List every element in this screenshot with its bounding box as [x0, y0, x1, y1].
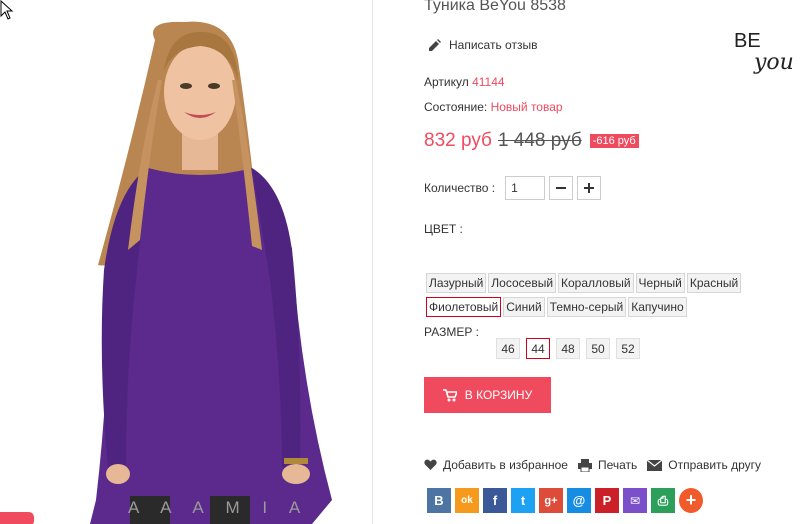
product-details: Туника BeYou 8538 BE you Написать отзыв …	[424, 0, 800, 524]
current-price: 832 руб	[424, 130, 492, 151]
color-option[interactable]: Капучино	[628, 297, 687, 317]
pinterest-icon: P	[602, 493, 612, 508]
vk-icon: B	[434, 493, 444, 508]
article-row: Артикул 41144	[424, 75, 505, 89]
email-share-button[interactable]: ✉	[623, 488, 647, 513]
printer-icon	[577, 458, 592, 472]
color-option[interactable]: Лазурный	[426, 273, 487, 293]
print-share-button[interactable]: ⎙	[651, 488, 675, 513]
condition-value: Новый товар	[490, 100, 563, 114]
color-label: ЦВЕТ :	[424, 222, 463, 236]
color-option-selected[interactable]: Фиолетовый	[426, 297, 502, 317]
quantity-input[interactable]	[505, 176, 546, 200]
write-review-label: Написать отзыв	[449, 38, 538, 52]
size-option[interactable]: 48	[556, 338, 580, 359]
corner-badge[interactable]	[0, 512, 34, 524]
cart-icon	[442, 388, 457, 401]
heart-icon	[424, 459, 437, 470]
mouse-cursor-icon	[0, 0, 14, 20]
mail-ru-icon: @	[572, 493, 586, 508]
pinterest-share-button[interactable]: P	[595, 488, 619, 513]
email-icon: ✉	[629, 493, 641, 508]
color-option[interactable]: Черный	[635, 273, 685, 293]
color-option[interactable]: Синий	[503, 297, 545, 317]
add-to-cart-button[interactable]: В КОРЗИНУ	[424, 377, 551, 413]
quantity-row: Количество :	[424, 176, 602, 200]
size-option[interactable]: 50	[586, 338, 610, 359]
logo-text-script: you	[753, 50, 794, 75]
google-plus-icon: g+	[544, 494, 558, 507]
color-option[interactable]: Коралловый	[558, 273, 634, 293]
size-options: 46 44 48 50 52	[496, 338, 640, 359]
article-value: 41144	[472, 75, 505, 89]
article-label: Артикул	[424, 75, 469, 89]
color-option[interactable]: Красный	[686, 273, 742, 293]
quantity-increase-button[interactable]	[577, 176, 602, 200]
write-review-link[interactable]: Написать отзыв	[428, 38, 537, 52]
color-options-row-1: Лазурный Лососевый Коралловый Черный Кра…	[426, 273, 756, 293]
odnoklassniki-share-button[interactable]: ok	[455, 488, 479, 513]
size-option-selected[interactable]: 44	[526, 338, 550, 359]
color-option[interactable]: Лососевый	[488, 273, 557, 293]
more-share-button[interactable]: +	[679, 488, 703, 513]
quantity-label: Количество :	[424, 181, 496, 195]
facebook-share-button[interactable]: f	[483, 488, 507, 513]
size-label: РАЗМЕР :	[424, 325, 479, 339]
minus-icon	[556, 187, 567, 189]
more-share-icon: +	[685, 490, 697, 510]
panel-divider	[372, 0, 373, 524]
price-row: 832 руб 1 448 руб -616 руб	[424, 130, 639, 152]
discount-badge: -616 руб	[589, 134, 639, 148]
size-option[interactable]: 46	[496, 338, 520, 359]
logo-text-main: BE	[734, 30, 761, 52]
color-options-row-2: Фиолетовый Синий Темно-серый Капучино	[426, 297, 756, 317]
product-image[interactable]: A A A M I A	[0, 0, 372, 524]
facebook-icon: f	[492, 493, 498, 508]
product-actions: Добавить в избранное Печать Отправить др…	[424, 458, 761, 472]
odnoklassniki-icon: ok	[461, 495, 473, 506]
print-link[interactable]: Печать	[577, 458, 638, 472]
plus-icon	[584, 183, 595, 193]
pencil-icon	[429, 38, 441, 51]
beyou-logo-icon: BE you	[734, 30, 794, 75]
add-to-favorites-link[interactable]: Добавить в избранное	[424, 458, 568, 472]
product-photo	[90, 21, 332, 524]
image-watermark: A A A M I A	[128, 498, 310, 517]
size-option[interactable]: 52	[616, 338, 640, 359]
add-to-favorites-label: Добавить в избранное	[443, 458, 568, 472]
old-price: 1 448 руб	[497, 130, 582, 151]
twitter-icon: t	[520, 493, 526, 508]
envelope-icon	[647, 459, 663, 471]
condition-row: Состояние: Новый товар	[424, 100, 563, 114]
print-label: Печать	[597, 458, 638, 472]
add-to-cart-label: В КОРЗИНУ	[464, 388, 533, 402]
vk-share-button[interactable]: B	[427, 488, 451, 513]
brand-logo[interactable]: BE you	[730, 25, 800, 75]
mail-ru-share-button[interactable]: @	[567, 488, 591, 513]
color-option[interactable]: Темно-серый	[546, 297, 627, 317]
send-to-friend-link[interactable]: Отправить другу	[647, 458, 761, 472]
share-buttons: B ok f t g+ @ P ✉ ⎙ +	[427, 488, 703, 513]
quantity-decrease-button[interactable]	[549, 176, 574, 200]
print-share-icon: ⎙	[657, 492, 669, 508]
product-title: Туника BeYou 8538	[424, 0, 566, 14]
twitter-share-button[interactable]: t	[511, 488, 535, 513]
google-plus-share-button[interactable]: g+	[539, 488, 563, 513]
condition-label: Состояние:	[424, 100, 488, 114]
send-to-friend-label: Отправить другу	[668, 458, 762, 472]
